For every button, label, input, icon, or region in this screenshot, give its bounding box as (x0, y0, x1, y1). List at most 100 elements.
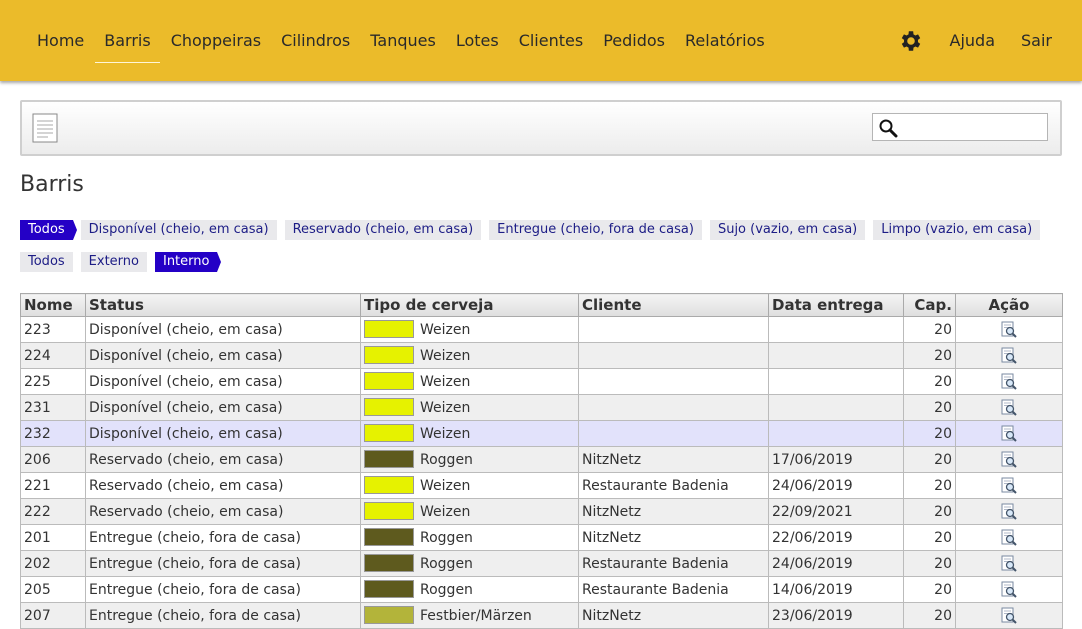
beer-color-swatch (364, 475, 414, 494)
cell-nome: 221 (20, 472, 86, 499)
beer-type-label: Weizen (420, 399, 471, 416)
cell-action (955, 394, 1063, 421)
cell-capacity: 20 (903, 368, 956, 395)
cell-nome: 206 (20, 446, 86, 473)
status-filter-1[interactable]: Disponível (cheio, em casa) (80, 220, 277, 240)
cell-delivery-date: 22/09/2021 (768, 498, 904, 525)
document-icon[interactable] (32, 113, 58, 143)
cell-nome: 225 (20, 368, 86, 395)
nav-item-lotes[interactable]: Lotes (447, 21, 508, 61)
beer-color-swatch (364, 553, 414, 572)
table-row[interactable]: 224 Disponível (cheio, em casa) Weizen 20 (20, 342, 1063, 369)
status-filter-3[interactable]: Entregue (cheio, fora de casa) (489, 220, 702, 240)
help-link[interactable]: Ajuda (950, 31, 996, 50)
table-row[interactable]: 202 Entregue (cheio, fora de casa) Roggen R… (20, 550, 1063, 577)
table-row[interactable]: 221 Reservado (cheio, em casa) Weizen Resta… (20, 472, 1063, 499)
beer-type-label: Weizen (420, 373, 471, 390)
nav-item-cilindros[interactable]: Cilindros (272, 21, 359, 61)
cell-client (578, 394, 769, 421)
beer-type-label: Weizen (420, 425, 471, 442)
beer-type-label: Weizen (420, 347, 471, 364)
view-details-icon[interactable] (1000, 425, 1018, 443)
status-filter-5[interactable]: Limpo (vazio, em casa) (873, 220, 1041, 240)
cell-nome: 224 (20, 342, 86, 369)
cell-delivery-date: 24/06/2019 (768, 550, 904, 577)
header-capacity[interactable]: Cap. (903, 293, 956, 317)
view-details-icon[interactable] (1000, 529, 1018, 547)
cell-beer-type: Weizen (360, 342, 579, 369)
table-row[interactable]: 231 Disponível (cheio, em casa) Weizen 20 (20, 394, 1063, 421)
table-row[interactable]: 205 Entregue (cheio, fora de casa) Roggen R… (20, 576, 1063, 603)
header-status[interactable]: Status (85, 293, 361, 317)
table-row[interactable]: 223 Disponível (cheio, em casa) Weizen 20 (20, 316, 1063, 343)
view-details-icon[interactable] (1000, 347, 1018, 365)
main-nav: Home Barris Choppeiras Cilindros Tanques Lote… (28, 0, 776, 81)
cell-client (578, 316, 769, 343)
search-input[interactable] (901, 116, 1045, 138)
beer-type-label: Weizen (420, 503, 471, 520)
nav-item-choppeiras[interactable]: Choppeiras (162, 21, 270, 61)
cell-capacity: 20 (903, 576, 956, 603)
nav-item-barris[interactable]: Barris (95, 21, 161, 63)
header-client[interactable]: Cliente (578, 293, 769, 317)
table-row[interactable]: 232 Disponível (cheio, em casa) Weizen 20 (20, 420, 1063, 447)
cell-action (955, 602, 1063, 629)
view-details-icon[interactable] (1000, 373, 1018, 391)
cell-delivery-date (768, 394, 904, 421)
nav-item-clientes[interactable]: Clientes (510, 21, 593, 61)
cell-beer-type: Weizen (360, 498, 579, 525)
nav-item-pedidos[interactable]: Pedidos (594, 21, 674, 61)
header-beer-type[interactable]: Tipo de cerveja (360, 293, 579, 317)
view-details-icon[interactable] (1000, 321, 1018, 339)
table-row[interactable]: 225 Disponível (cheio, em casa) Weizen 20 (20, 368, 1063, 395)
barrels-table: Nome Status Tipo de cerveja Cliente Data… (20, 293, 1063, 629)
search-icon[interactable] (878, 118, 898, 138)
view-details-icon[interactable] (1000, 451, 1018, 469)
cell-client: NitzNetz (578, 524, 769, 551)
gear-icon[interactable] (898, 28, 924, 54)
cell-delivery-date (768, 368, 904, 395)
beer-color-swatch (364, 319, 414, 338)
cell-delivery-date: 22/06/2019 (768, 524, 904, 551)
nav-item-relatorios[interactable]: Relatórios (676, 21, 774, 61)
cell-action (955, 368, 1063, 395)
view-details-icon[interactable] (1000, 607, 1018, 625)
table-row[interactable]: 207 Entregue (cheio, fora de casa) Festbie… (20, 602, 1063, 629)
location-filter-1[interactable]: Externo (80, 252, 147, 272)
status-filter-2[interactable]: Reservado (cheio, em casa) (284, 220, 482, 240)
view-details-icon[interactable] (1000, 503, 1018, 521)
view-details-icon[interactable] (1000, 581, 1018, 599)
cell-client (578, 420, 769, 447)
cell-status: Disponível (cheio, em casa) (85, 394, 361, 421)
cell-status: Disponível (cheio, em casa) (85, 316, 361, 343)
location-filter-0[interactable]: Todos (20, 252, 73, 272)
location-filter-bar: Todos Externo Interno (20, 252, 225, 272)
view-details-icon[interactable] (1000, 477, 1018, 495)
status-filter-0[interactable]: Todos (20, 220, 77, 240)
beer-color-swatch (364, 345, 414, 364)
location-filter-2[interactable]: Interno (154, 252, 222, 272)
view-details-icon[interactable] (1000, 399, 1018, 417)
cell-action (955, 342, 1063, 369)
table-header-row: Nome Status Tipo de cerveja Cliente Data… (20, 293, 1063, 317)
table-row[interactable]: 222 Reservado (cheio, em casa) Weizen NitzN… (20, 498, 1063, 525)
cell-client (578, 368, 769, 395)
table-row[interactable]: 206 Reservado (cheio, em casa) Roggen NitzN… (20, 446, 1063, 473)
cell-delivery-date (768, 420, 904, 447)
view-details-icon[interactable] (1000, 555, 1018, 573)
nav-item-home[interactable]: Home (28, 21, 93, 61)
toolbar (20, 100, 1062, 156)
logout-link[interactable]: Sair (1021, 31, 1052, 50)
cell-client: NitzNetz (578, 602, 769, 629)
cell-status: Reservado (cheio, em casa) (85, 446, 361, 473)
nav-item-tanques[interactable]: Tanques (361, 21, 445, 61)
header-nome[interactable]: Nome (20, 293, 86, 317)
status-filter-4[interactable]: Sujo (vazio, em casa) (709, 220, 866, 240)
cell-status: Disponível (cheio, em casa) (85, 342, 361, 369)
header-delivery-date[interactable]: Data entrega (768, 293, 904, 317)
cell-action (955, 524, 1063, 551)
cell-client: Restaurante Badenia (578, 472, 769, 499)
cell-capacity: 20 (903, 602, 956, 629)
cell-capacity: 20 (903, 498, 956, 525)
table-row[interactable]: 201 Entregue (cheio, fora de casa) Roggen N… (20, 524, 1063, 551)
